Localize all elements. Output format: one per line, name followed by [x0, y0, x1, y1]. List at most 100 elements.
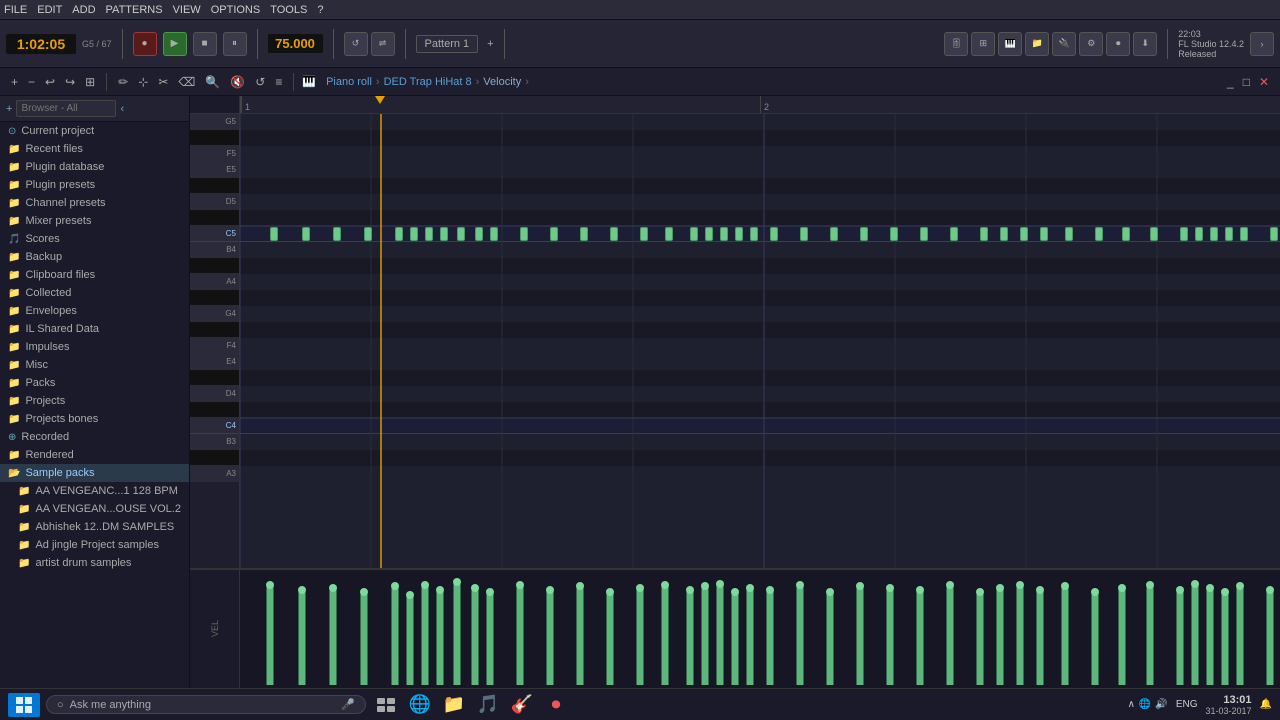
sidebar-item-collected[interactable]: 📁 Collected	[0, 284, 189, 302]
plugin-btn[interactable]: 🔌	[1052, 32, 1076, 56]
note[interactable]	[920, 227, 928, 241]
draw-tool-btn[interactable]: ✏	[115, 73, 131, 91]
delete-tool-btn[interactable]: ✂	[155, 73, 171, 91]
notification-icon[interactable]: 🔔	[1260, 699, 1272, 710]
note[interactable]	[665, 227, 673, 241]
play-button[interactable]: ▶	[163, 32, 187, 56]
note[interactable]	[1150, 227, 1158, 241]
key-g4[interactable]: G4	[190, 306, 239, 322]
system-clock[interactable]: 13:01 31-03-2017	[1206, 694, 1252, 716]
sidebar-item-recorded[interactable]: ⊕ Recorded	[0, 428, 189, 446]
note[interactable]	[950, 227, 958, 241]
key-a3[interactable]: A3	[190, 466, 239, 482]
key-ds4[interactable]	[190, 370, 239, 386]
key-c4[interactable]: C4	[190, 418, 239, 434]
note[interactable]	[410, 227, 418, 241]
note[interactable]	[425, 227, 433, 241]
sidebar-item-recent-files[interactable]: 📁 Recent files	[0, 140, 189, 158]
zoom-tool-btn[interactable]: 🔍	[202, 73, 223, 91]
tray-expand[interactable]: ∧	[1128, 699, 1135, 710]
key-b4[interactable]: B4	[190, 242, 239, 258]
note[interactable]	[800, 227, 808, 241]
sidebar-item-rendered[interactable]: 📁 Rendered	[0, 446, 189, 464]
sidebar-item-envelopes[interactable]: 📁 Envelopes	[0, 302, 189, 320]
snap-btn[interactable]: ⊞	[82, 73, 98, 91]
sidebar-item-scores[interactable]: 🎵 Scores	[0, 230, 189, 248]
breadcrumb-velocity[interactable]: Velocity	[483, 76, 521, 88]
menu-options[interactable]: OPTIONS	[211, 4, 261, 16]
sidebar-item-backup[interactable]: 📁 Backup	[0, 248, 189, 266]
note[interactable]	[1225, 227, 1233, 241]
browser-btn[interactable]: 📁	[1025, 32, 1049, 56]
note[interactable]	[490, 227, 498, 241]
fl-expand-btn[interactable]: ›	[1250, 32, 1274, 56]
note[interactable]	[1180, 227, 1188, 241]
key-a4[interactable]: A4	[190, 274, 239, 290]
erase-tool-btn[interactable]: ⌫	[175, 73, 198, 91]
note[interactable]	[690, 227, 698, 241]
menu-help[interactable]: ?	[317, 4, 323, 16]
start-button[interactable]	[8, 693, 40, 717]
taskbar-app1[interactable]: 🎵	[474, 691, 502, 719]
sidebar-item-projects-bones[interactable]: 📁 Projects bones	[0, 410, 189, 428]
note[interactable]	[860, 227, 868, 241]
sync-btn[interactable]: ⇌	[371, 32, 395, 56]
note-grid[interactable]	[240, 114, 1280, 568]
note[interactable]	[720, 227, 728, 241]
note[interactable]	[1020, 227, 1028, 241]
key-fs5[interactable]	[190, 130, 239, 146]
note[interactable]	[1195, 227, 1203, 241]
loop-tool-btn[interactable]: ↺	[252, 73, 268, 91]
note[interactable]	[1270, 227, 1278, 241]
key-d4[interactable]: D4	[190, 386, 239, 402]
minimize-btn[interactable]: _	[1224, 73, 1237, 91]
menu-patterns[interactable]: PATTERNS	[106, 4, 163, 16]
sidebar-item-aa-vol2[interactable]: 📁 AA VENGEAN...OUSE VOL.2	[0, 500, 189, 518]
key-as3[interactable]	[190, 450, 239, 466]
stop-button[interactable]: ■	[193, 32, 217, 56]
sidebar-item-clipboard[interactable]: 📁 Clipboard files	[0, 266, 189, 284]
pattern-add-btn[interactable]: +	[487, 38, 493, 50]
note[interactable]	[364, 227, 372, 241]
key-gs4[interactable]	[190, 290, 239, 306]
piano-roll-btn[interactable]: 🎹	[998, 32, 1022, 56]
key-f5[interactable]: F5	[190, 146, 239, 162]
channel-btn[interactable]: ⊞	[971, 32, 995, 56]
misc-tool-btn[interactable]: ≡	[272, 73, 285, 91]
mixer-btn[interactable]: 🎚	[944, 32, 968, 56]
menu-edit[interactable]: EDIT	[37, 4, 62, 16]
zoom-out-btn[interactable]: −	[25, 73, 38, 91]
note[interactable]	[770, 227, 778, 241]
note[interactable]	[830, 227, 838, 241]
taskbar-record-app[interactable]: ⏺	[542, 691, 570, 719]
key-g5[interactable]: G5	[190, 114, 239, 130]
note[interactable]	[1065, 227, 1073, 241]
lang-indicator[interactable]: ENG	[1176, 699, 1198, 710]
network-icon[interactable]: 🌐	[1139, 699, 1151, 710]
note[interactable]	[980, 227, 988, 241]
key-cs4[interactable]	[190, 402, 239, 418]
pattern-display[interactable]: Pattern 1	[416, 35, 479, 53]
close-btn[interactable]: ✕	[1256, 73, 1272, 91]
export-btn[interactable]: ⬇	[1133, 32, 1157, 56]
breadcrumb-piano-roll[interactable]: Piano roll	[326, 76, 372, 88]
sidebar-back-icon[interactable]: ‹	[120, 103, 124, 115]
taskbar-search-bar[interactable]: ○ Ask me anything 🎤	[46, 695, 366, 714]
menu-view[interactable]: VIEW	[173, 4, 201, 16]
mic-icon[interactable]: 🎤	[341, 698, 355, 711]
key-e5[interactable]: E5	[190, 162, 239, 178]
add-folder-icon[interactable]: +	[6, 103, 12, 115]
zoom-in-btn[interactable]: +	[8, 73, 21, 91]
taskbar-chrome[interactable]: 🌐	[406, 691, 434, 719]
note[interactable]	[440, 227, 448, 241]
note[interactable]	[1040, 227, 1048, 241]
note[interactable]	[735, 227, 743, 241]
key-cs5[interactable]	[190, 210, 239, 226]
mute-tool-btn[interactable]: 🔇	[227, 73, 248, 91]
sidebar-item-plugin-database[interactable]: 📁 Plugin database	[0, 158, 189, 176]
note[interactable]	[610, 227, 618, 241]
note[interactable]	[1095, 227, 1103, 241]
note[interactable]	[457, 227, 465, 241]
key-ds5[interactable]	[190, 178, 239, 194]
key-fs4[interactable]	[190, 322, 239, 338]
